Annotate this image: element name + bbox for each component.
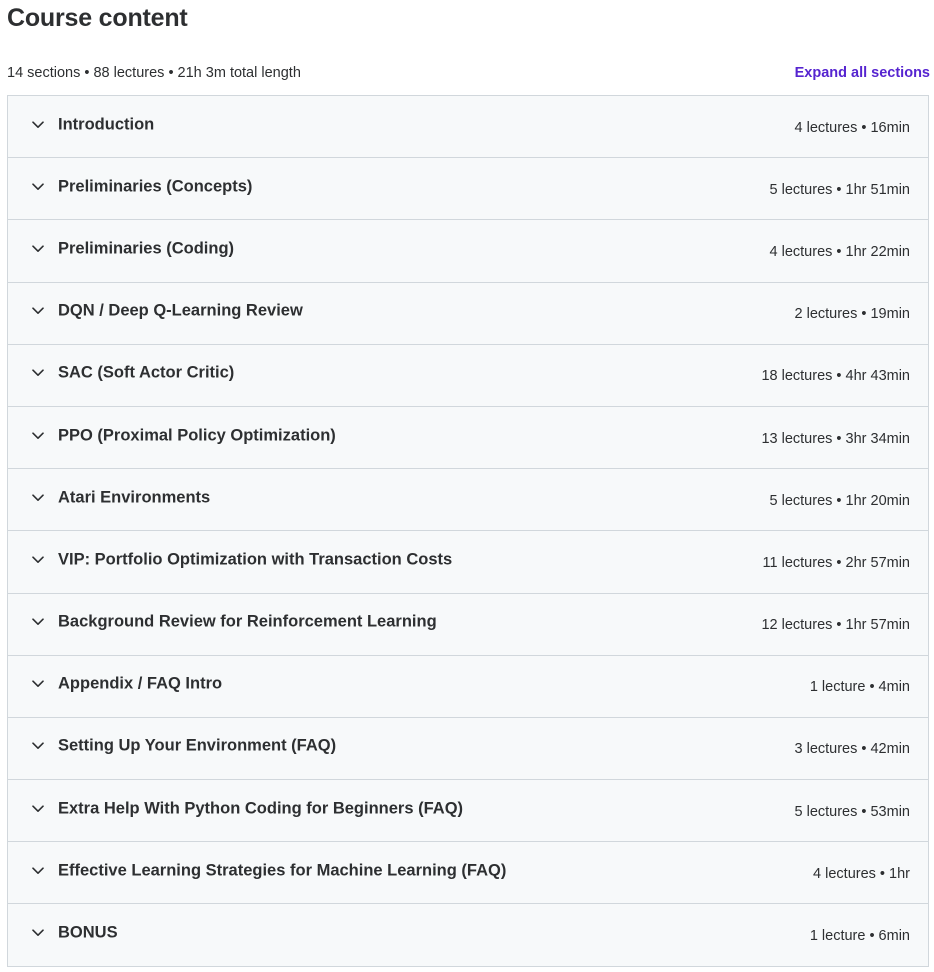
chevron-down-icon	[31, 615, 45, 629]
section-meta: 5 lectures • 1hr 51min	[769, 181, 910, 198]
section-title: Background Review for Reinforcement Lear…	[58, 612, 437, 631]
section-meta: 13 lectures • 3hr 34min	[761, 430, 910, 447]
section-title: DQN / Deep Q-Learning Review	[58, 301, 303, 320]
section-header[interactable]: BONUS 1 lecture • 6min	[8, 904, 928, 967]
section-header[interactable]: PPO (Proximal Policy Optimization) 13 lec…	[8, 406, 928, 470]
section-title: PPO (Proximal Policy Optimization)	[58, 426, 336, 445]
chevron-down-icon	[31, 180, 45, 194]
section-meta: 1 lecture • 6min	[809, 927, 910, 944]
section-meta: 11 lectures • 2hr 57min	[762, 554, 910, 571]
chevron-down-icon	[31, 429, 45, 443]
section-title: Atari Environments	[58, 488, 211, 507]
chevron-down-icon	[31, 553, 45, 567]
section-list: Introduction 4 lectures • 16min Preliminar…	[7, 95, 929, 967]
section-header[interactable]: Effective Learning Strategies for Machin…	[8, 842, 928, 905]
section-header[interactable]: Preliminaries (Concepts) 5 lectures • 1hr…	[8, 158, 928, 221]
chevron-down-icon	[31, 491, 45, 505]
section-meta: 5 lectures • 1hr 20min	[769, 492, 910, 509]
chevron-down-icon	[31, 926, 45, 940]
section-header[interactable]: VIP: Portfolio Optimization with Transac…	[8, 531, 928, 594]
section-title: Effective Learning Strategies for Machin…	[58, 861, 507, 880]
section-meta: 4 lectures • 1hr	[813, 865, 910, 882]
section-meta: 3 lectures • 42min	[794, 741, 911, 758]
summary-row: 14 sections • 88 lectures • 21h 3m total…	[7, 62, 930, 84]
section-meta: 5 lectures • 53min	[794, 803, 911, 820]
section-header[interactable]: Background Review for Reinforcement Lear…	[8, 593, 928, 656]
chevron-down-icon	[31, 304, 45, 318]
chevron-down-icon	[31, 677, 45, 691]
section-meta: 4 lectures • 16min	[794, 119, 911, 136]
section-header[interactable]: Setting Up Your Environment (FAQ) 3 lectu…	[8, 717, 928, 781]
section-meta: 1 lecture • 4min	[809, 679, 910, 696]
section-title: Introduction	[58, 115, 155, 134]
page-title: Course content	[7, 4, 188, 32]
section-title: VIP: Portfolio Optimization with Transac…	[58, 550, 453, 569]
section-header[interactable]: Appendix / FAQ Intro 1 lecture • 4min	[8, 655, 928, 718]
section-header[interactable]: DQN / Deep Q-Learning Review 2 lectures •…	[8, 282, 928, 345]
section-title: Setting Up Your Environment (FAQ)	[58, 737, 337, 756]
chevron-down-icon	[31, 118, 45, 132]
section-header[interactable]: Extra Help With Python Coding for Beginn…	[8, 780, 928, 843]
section-title: BONUS	[58, 923, 118, 942]
section-meta: 2 lectures • 19min	[794, 305, 911, 322]
course-content-panel: Course content 14 sections • 88 lectures…	[0, 0, 934, 972]
section-meta: 4 lectures • 1hr 22min	[769, 243, 910, 260]
chevron-down-icon	[31, 802, 45, 816]
section-title: Preliminaries (Coding)	[58, 239, 235, 258]
course-summary: 14 sections • 88 lectures • 21h 3m total…	[7, 65, 301, 81]
chevron-down-icon	[31, 366, 45, 380]
chevron-down-icon	[31, 864, 45, 878]
section-header[interactable]: Atari Environments 5 lectures • 1hr 20min	[8, 469, 928, 532]
section-header[interactable]: Preliminaries (Coding) 4 lectures • 1hr 2…	[8, 220, 928, 283]
section-header[interactable]: SAC (Soft Actor Critic) 18 lectures • 4hr…	[8, 344, 928, 407]
section-meta: 12 lectures • 1hr 57min	[761, 616, 910, 633]
chevron-down-icon	[31, 242, 45, 256]
section-meta: 18 lectures • 4hr 43min	[761, 368, 910, 385]
section-title: Preliminaries (Concepts)	[58, 177, 253, 196]
chevron-down-icon	[31, 739, 45, 753]
section-title: Extra Help With Python Coding for Beginn…	[58, 799, 464, 818]
expand-all-sections-button[interactable]: Expand all sections	[795, 65, 930, 81]
section-header[interactable]: Introduction 4 lectures • 16min	[8, 96, 928, 159]
section-title: SAC (Soft Actor Critic)	[58, 363, 235, 382]
section-title: Appendix / FAQ Intro	[58, 674, 223, 693]
